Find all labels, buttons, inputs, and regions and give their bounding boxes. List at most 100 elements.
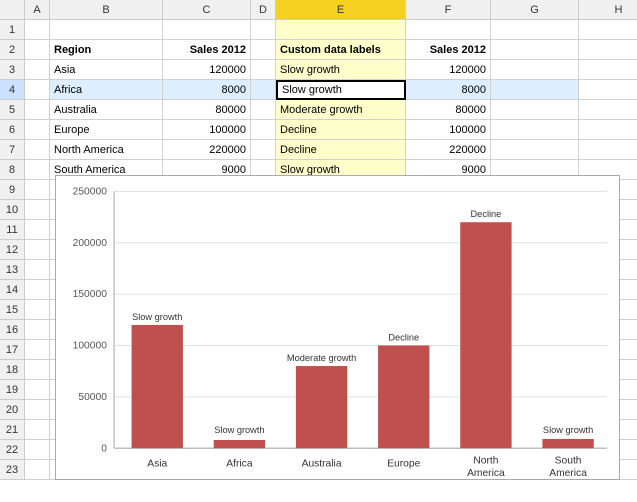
col-header-b[interactable]: B bbox=[50, 0, 163, 19]
cell-a8[interactable] bbox=[25, 160, 50, 180]
cell-b6[interactable]: Europe bbox=[50, 120, 163, 140]
row-header-23[interactable]: 23 bbox=[0, 460, 25, 480]
col-header-f[interactable]: F bbox=[406, 0, 491, 19]
bar-label-africa: Slow growth bbox=[214, 425, 264, 435]
cell-h4[interactable] bbox=[579, 80, 637, 100]
row-header-11[interactable]: 11 bbox=[0, 220, 25, 240]
cell-c5[interactable]: 80000 bbox=[163, 100, 251, 120]
cell-e3[interactable]: Slow growth bbox=[276, 60, 406, 80]
row-header-18[interactable]: 18 bbox=[0, 360, 25, 380]
cell-d4[interactable] bbox=[251, 80, 276, 100]
cell-a10[interactable] bbox=[25, 200, 50, 220]
cell-a6[interactable] bbox=[25, 120, 50, 140]
bar-label-europe: Decline bbox=[388, 332, 419, 342]
cell-g3[interactable] bbox=[491, 60, 579, 80]
cell-d7[interactable] bbox=[251, 140, 276, 160]
col-header-a[interactable]: A bbox=[25, 0, 50, 19]
row-4: Africa 8000 Slow growth 8000 bbox=[25, 80, 637, 100]
cell-f6[interactable]: 100000 bbox=[406, 120, 491, 140]
cell-f4[interactable]: 8000 bbox=[406, 80, 491, 100]
row-header-21[interactable]: 21 bbox=[0, 420, 25, 440]
cell-g2[interactable] bbox=[491, 40, 579, 60]
cell-h7[interactable] bbox=[579, 140, 637, 160]
col-header-e[interactable]: E bbox=[276, 0, 406, 19]
cell-h2[interactable] bbox=[579, 40, 637, 60]
cell-b4[interactable]: Africa bbox=[50, 80, 163, 100]
cell-f2[interactable]: Sales 2012 bbox=[406, 40, 491, 60]
row-header-5[interactable]: 5 bbox=[0, 100, 25, 120]
cell-c6[interactable]: 100000 bbox=[163, 120, 251, 140]
col-header-g[interactable]: G bbox=[491, 0, 579, 19]
row-header-14[interactable]: 14 bbox=[0, 280, 25, 300]
cell-d5[interactable] bbox=[251, 100, 276, 120]
y-label-200000: 200000 bbox=[73, 238, 108, 249]
cell-e4[interactable]: Slow growth bbox=[276, 80, 406, 100]
row-header-20[interactable]: 20 bbox=[0, 400, 25, 420]
cell-g4[interactable] bbox=[491, 80, 579, 100]
cell-g7[interactable] bbox=[491, 140, 579, 160]
cell-a1[interactable] bbox=[25, 20, 50, 40]
cell-h1[interactable] bbox=[579, 20, 637, 40]
row-header-9[interactable]: 9 bbox=[0, 180, 25, 200]
cell-h3[interactable] bbox=[579, 60, 637, 80]
cell-a7[interactable] bbox=[25, 140, 50, 160]
cell-f3[interactable]: 120000 bbox=[406, 60, 491, 80]
row-header-17[interactable]: 17 bbox=[0, 340, 25, 360]
cell-a4[interactable] bbox=[25, 80, 50, 100]
row-header-16[interactable]: 16 bbox=[0, 320, 25, 340]
cell-b1[interactable] bbox=[50, 20, 163, 40]
row-header-13[interactable]: 13 bbox=[0, 260, 25, 280]
row-header-6[interactable]: 6 bbox=[0, 120, 25, 140]
row-header-3[interactable]: 3 bbox=[0, 60, 25, 80]
cell-c3[interactable]: 120000 bbox=[163, 60, 251, 80]
row-header-15[interactable]: 15 bbox=[0, 300, 25, 320]
row-header-7[interactable]: 7 bbox=[0, 140, 25, 160]
cell-a2[interactable] bbox=[25, 40, 50, 60]
cell-f7[interactable]: 220000 bbox=[406, 140, 491, 160]
row-header-19[interactable]: 19 bbox=[0, 380, 25, 400]
cell-g5[interactable] bbox=[491, 100, 579, 120]
y-label-250000: 250000 bbox=[73, 186, 108, 197]
cell-h5[interactable] bbox=[579, 100, 637, 120]
cell-d1[interactable] bbox=[251, 20, 276, 40]
cell-c1[interactable] bbox=[163, 20, 251, 40]
row-header-2[interactable]: 2 bbox=[0, 40, 25, 60]
row-3: Asia 120000 Slow growth 120000 bbox=[25, 60, 637, 80]
cell-g6[interactable] bbox=[491, 120, 579, 140]
cell-a3[interactable] bbox=[25, 60, 50, 80]
row-header-22[interactable]: 22 bbox=[0, 440, 25, 460]
cell-f5[interactable]: 80000 bbox=[406, 100, 491, 120]
row-header-1[interactable]: 1 bbox=[0, 20, 25, 40]
cell-b5[interactable]: Australia bbox=[50, 100, 163, 120]
cell-e1[interactable] bbox=[276, 20, 406, 40]
cell-e5[interactable]: Moderate growth bbox=[276, 100, 406, 120]
bar-australia bbox=[296, 366, 347, 448]
cell-a5[interactable] bbox=[25, 100, 50, 120]
cell-d6[interactable] bbox=[251, 120, 276, 140]
cell-g1[interactable] bbox=[491, 20, 579, 40]
cell-d3[interactable] bbox=[251, 60, 276, 80]
cell-e2[interactable]: Custom data labels bbox=[276, 40, 406, 60]
cell-c4[interactable]: 8000 bbox=[163, 80, 251, 100]
x-label-australia: Australia bbox=[302, 459, 342, 470]
cell-e6[interactable]: Decline bbox=[276, 120, 406, 140]
chart-container[interactable]: 250000 200000 150000 100000 50000 0 Slow… bbox=[55, 175, 620, 480]
row-header-8[interactable]: 8 bbox=[0, 160, 25, 180]
row-header-12[interactable]: 12 bbox=[0, 240, 25, 260]
cell-d2[interactable] bbox=[251, 40, 276, 60]
cell-e7[interactable]: Decline bbox=[276, 140, 406, 160]
bar-label-south-america: Slow growth bbox=[543, 425, 593, 435]
cell-b3[interactable]: Asia bbox=[50, 60, 163, 80]
cell-b2[interactable]: Region bbox=[50, 40, 163, 60]
cell-b7[interactable]: North America bbox=[50, 140, 163, 160]
col-header-h[interactable]: H bbox=[579, 0, 637, 19]
row-header-10[interactable]: 10 bbox=[0, 200, 25, 220]
cell-a9[interactable] bbox=[25, 180, 50, 200]
cell-c2[interactable]: Sales 2012 bbox=[163, 40, 251, 60]
row-header-4[interactable]: 4 bbox=[0, 80, 25, 100]
cell-f1[interactable] bbox=[406, 20, 491, 40]
col-header-d[interactable]: D bbox=[251, 0, 276, 19]
cell-h6[interactable] bbox=[579, 120, 637, 140]
col-header-c[interactable]: C bbox=[163, 0, 251, 19]
cell-c7[interactable]: 220000 bbox=[163, 140, 251, 160]
